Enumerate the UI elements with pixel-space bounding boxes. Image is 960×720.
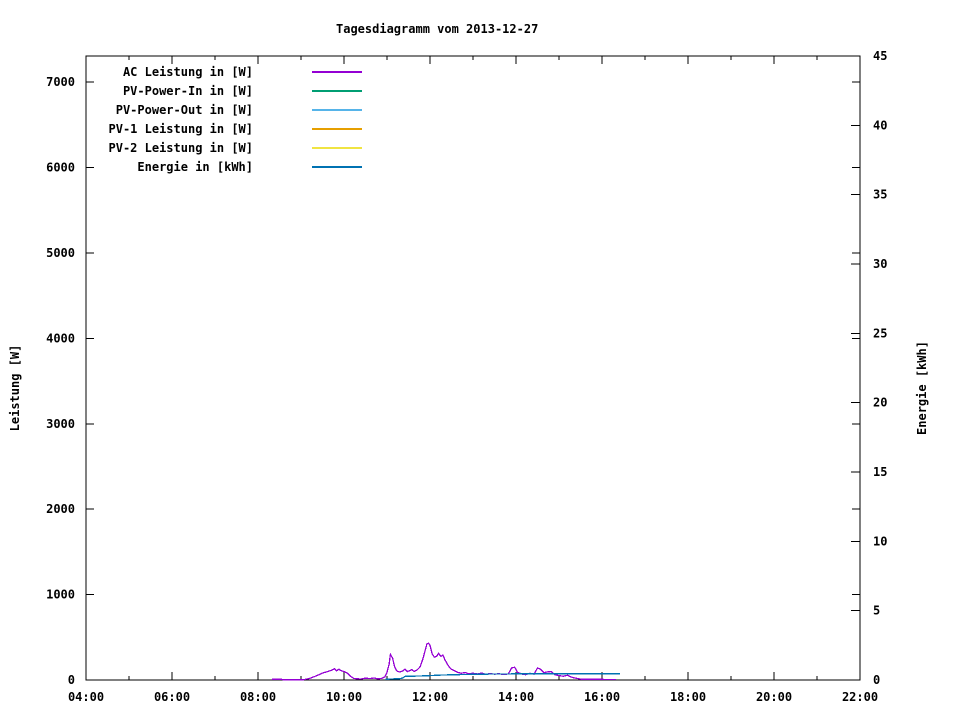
y-right-tick-label: 20 [873, 396, 887, 410]
y-left-tick-label: 5000 [46, 246, 75, 260]
legend-color-line [312, 146, 362, 149]
x-tick-label: 08:00 [240, 690, 276, 704]
x-tick-label: 22:00 [842, 690, 878, 704]
legend-label: PV-Power-Out in [W] [115, 102, 253, 117]
y-axis-left-label: Leistung [W] [8, 344, 22, 432]
y-right-tick-label: 30 [873, 257, 887, 271]
legend-color-line [312, 108, 362, 111]
legend-label: PV-1 Leistung in [W] [108, 121, 254, 136]
y-left-tick-label: 1000 [46, 588, 75, 602]
chart-title: Tagesdiagramm vom 2013-12-27 [336, 22, 539, 36]
legend-color-line [312, 165, 362, 168]
y-left-tick-label: 2000 [46, 502, 75, 516]
x-tick-label: 04:00 [68, 690, 104, 704]
legend-label: PV-Power-In in [W] [122, 83, 253, 98]
y-left-tick-label: 0 [68, 673, 75, 687]
y-left-tick-label: 4000 [46, 331, 75, 345]
y-right-tick-label: 15 [873, 465, 887, 479]
y-right-tick-label: 10 [873, 534, 887, 548]
legend-item-ac-leistung: AC Leistung in [W] [86, 62, 416, 81]
legend-item-pv2-leistung: PV-2 Leistung in [W] [86, 138, 416, 157]
y-right-tick-label: 5 [873, 604, 880, 618]
legend-label: Energie in [kWh] [137, 159, 253, 174]
legend-item-energie: Energie in [kWh] [86, 157, 416, 176]
y-right-tick-label: 45 [873, 49, 887, 63]
y-left-tick-label: 7000 [46, 75, 75, 89]
page-root: { "chart_data": { "type": "line", "title… [0, 0, 960, 720]
x-tick-label: 12:00 [412, 690, 448, 704]
x-tick-label: 16:00 [584, 690, 620, 704]
x-tick-label: 10:00 [326, 690, 362, 704]
legend-item-pv-power-out: PV-Power-Out in [W] [86, 100, 416, 119]
legend-color-line [312, 127, 362, 130]
y-axis-right-label: Energie [kWh] [915, 341, 929, 435]
x-tick-label: 06:00 [154, 690, 190, 704]
legend-color-line [312, 89, 362, 92]
legend-item-pv1-leistung: PV-1 Leistung in [W] [86, 119, 416, 138]
y-right-tick-label: 0 [873, 673, 880, 687]
y-right-tick-label: 25 [873, 326, 887, 340]
legend-label: AC Leistung in [W] [122, 64, 253, 79]
y-right-tick-label: 35 [873, 188, 887, 202]
legend-label: PV-2 Leistung in [W] [108, 140, 254, 155]
chart-legend: AC Leistung in [W] PV-Power-In in [W] PV… [86, 62, 416, 176]
legend-item-pv-power-in: PV-Power-In in [W] [86, 81, 416, 100]
y-right-tick-label: 40 [873, 118, 887, 132]
x-tick-label: 18:00 [670, 690, 706, 704]
x-tick-label: 20:00 [756, 690, 792, 704]
legend-color-line [312, 70, 362, 73]
y-left-tick-label: 3000 [46, 417, 75, 431]
y-left-tick-label: 6000 [46, 161, 75, 175]
x-tick-label: 14:00 [498, 690, 534, 704]
